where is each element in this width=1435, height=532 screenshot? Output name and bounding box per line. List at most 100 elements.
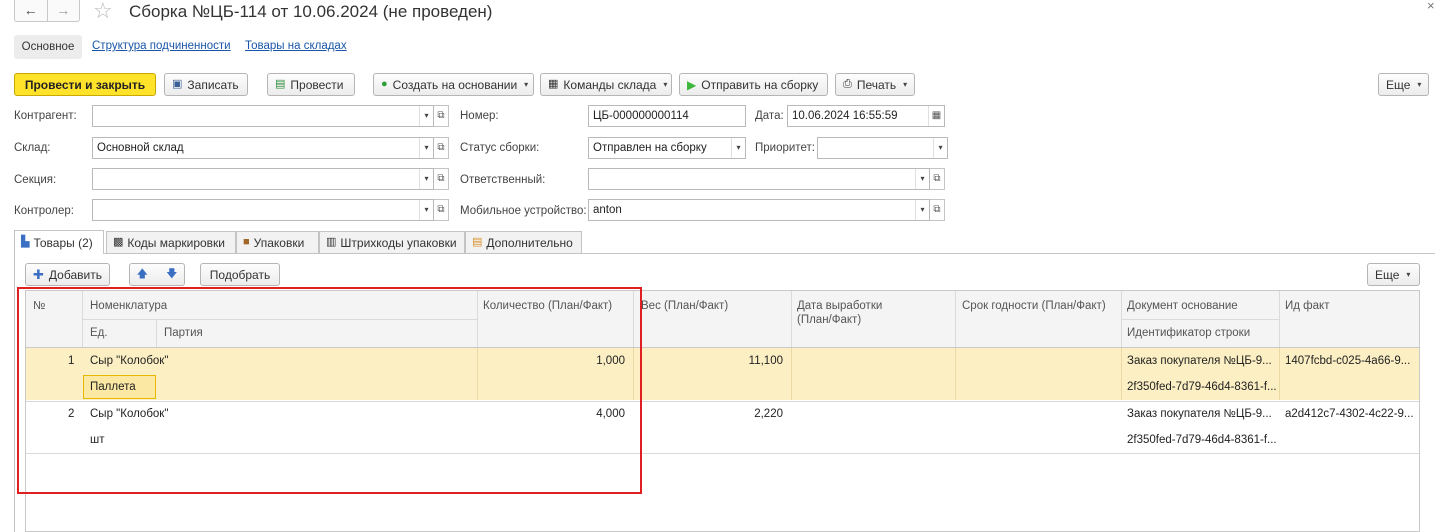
- section-subordination[interactable]: Структура подчиненности: [92, 40, 231, 52]
- controller-label: Контролер:: [14, 205, 74, 217]
- counterparty-field[interactable]: ▾: [92, 105, 434, 127]
- warehouse-commands-button[interactable]: ▦ Команды склада ▾: [540, 73, 672, 96]
- row-base-document[interactable]: Заказ покупателя №ЦБ-9...: [1127, 348, 1272, 374]
- back-arrow-icon[interactable]: ←: [15, 0, 47, 21]
- open-icon[interactable]: ⧉: [434, 105, 449, 127]
- date-value: 10.06.2024 16:55:59: [792, 110, 898, 122]
- counterparty-value: [93, 106, 419, 126]
- section-warehouse-goods[interactable]: Товары на складах: [245, 40, 347, 52]
- tab-packages-label: Упаковки: [253, 235, 305, 250]
- tab-goods[interactable]: ▙ Товары (2): [14, 230, 104, 254]
- add-row-button[interactable]: ✚ Добавить: [25, 263, 110, 286]
- barcode-icon: ▥: [326, 236, 337, 248]
- tab-package-barcodes-label: Штрихкоды упаковки: [340, 235, 457, 250]
- more-label: Еще: [1386, 77, 1411, 92]
- controller-field[interactable]: ▾: [92, 199, 434, 221]
- col-header-production-date-sub: (План/Факт): [797, 314, 862, 326]
- controller-value: [93, 200, 419, 220]
- send-to-assembly-button[interactable]: ▶ Отправить на сборку: [679, 73, 828, 96]
- assembly-status-value: Отправлен на сборку: [593, 142, 707, 154]
- col-header-weight[interactable]: Вес (План/Факт): [641, 299, 728, 313]
- tab-marking-codes-label: Коды маркировки: [127, 235, 225, 250]
- responsible-field[interactable]: ▾: [588, 168, 930, 190]
- dropdown-icon[interactable]: ▾: [419, 200, 433, 220]
- pick-button[interactable]: Подобрать: [200, 263, 280, 286]
- pick-label: Подобрать: [209, 267, 271, 282]
- warehouse-field[interactable]: Основной склад ▾: [92, 137, 434, 159]
- col-header-fact-id[interactable]: Ид факт: [1285, 299, 1329, 313]
- section-field[interactable]: ▾: [92, 168, 434, 190]
- priority-field[interactable]: ▾: [817, 137, 948, 159]
- floppy-disk-icon: ▣: [172, 78, 183, 90]
- tab-packages[interactable]: ■ Упаковки: [236, 231, 319, 253]
- create-based-on-button[interactable]: ● Создать на основании ▾: [373, 73, 534, 96]
- dropdown-icon[interactable]: ▾: [915, 200, 929, 220]
- dropdown-icon[interactable]: ▾: [419, 106, 433, 126]
- section-label: Секция:: [14, 174, 57, 186]
- date-field[interactable]: 10.06.2024 16:55:59 ▦: [787, 105, 945, 127]
- post-label: Провести: [290, 77, 344, 92]
- assembly-status-label: Статус сборки:: [460, 142, 540, 154]
- mobile-device-label: Мобильное устройство:: [460, 205, 587, 217]
- priority-value: [818, 138, 933, 158]
- calendar-icon[interactable]: ▦: [928, 106, 944, 126]
- priority-label: Приоритет:: [755, 142, 815, 154]
- forward-arrow-icon[interactable]: →: [46, 0, 80, 21]
- open-icon[interactable]: ⧉: [434, 199, 449, 221]
- mobile-device-field[interactable]: anton ▾: [588, 199, 930, 221]
- add-row-label: Добавить: [48, 267, 102, 282]
- assembly-status-field[interactable]: Отправлен на сборку ▾: [588, 137, 746, 159]
- favorite-star-icon[interactable]: ☆: [93, 0, 113, 24]
- tab-marking-codes[interactable]: ▩ Коды маркировки: [106, 231, 236, 253]
- grid-more-label: Еще: [1375, 267, 1400, 282]
- more-button[interactable]: Еще ▾: [1378, 73, 1429, 96]
- col-header-production-date[interactable]: Дата выработки: [797, 299, 882, 313]
- tab-package-barcodes[interactable]: ▥ Штрихкоды упаковки: [319, 231, 465, 253]
- save-button[interactable]: ▣ Записать: [164, 73, 248, 96]
- warehouse-label: Склад:: [14, 142, 51, 154]
- post-and-close-button[interactable]: Провести и закрыть: [14, 73, 156, 96]
- row-fact-id[interactable]: a2d412c7-4302-4c22-9...: [1285, 401, 1414, 427]
- open-icon[interactable]: ⧉: [434, 137, 449, 159]
- tab-additional[interactable]: ▤ Дополнительно: [465, 231, 582, 253]
- open-icon[interactable]: ⧉: [434, 168, 449, 190]
- dropdown-icon[interactable]: ▾: [933, 138, 947, 158]
- move-up-arrow-icon[interactable]: 🡅: [137, 269, 148, 280]
- warehouse-commands-label: Команды склада: [563, 77, 657, 92]
- move-down-arrow-icon[interactable]: 🡇: [166, 269, 177, 280]
- responsible-label: Ответственный:: [460, 174, 546, 186]
- open-icon[interactable]: ⧉: [930, 168, 945, 190]
- tab-goods-label: Товары (2): [33, 235, 93, 250]
- dropdown-icon[interactable]: ▾: [731, 138, 745, 158]
- row-row-id[interactable]: 2f350fed-7d79-46d4-8361-f...: [1127, 427, 1277, 453]
- row-base-document[interactable]: Заказ покупателя №ЦБ-9...: [1127, 401, 1272, 427]
- post-button[interactable]: ▤ Провести: [267, 73, 355, 96]
- col-header-base-document[interactable]: Документ основание: [1127, 299, 1238, 313]
- printer-icon: ⎙: [843, 78, 852, 90]
- grid-more-button[interactable]: Еще ▾: [1367, 263, 1420, 286]
- row-row-id[interactable]: 2f350fed-7d79-46d4-8361-f...: [1127, 374, 1277, 400]
- number-field[interactable]: ЦБ-000000000114: [588, 105, 746, 127]
- open-icon[interactable]: ⧉: [930, 199, 945, 221]
- section-main[interactable]: Основное: [14, 35, 82, 59]
- create-based-on-label: Создать на основании: [392, 77, 518, 92]
- print-button[interactable]: ⎙ Печать ▾: [835, 73, 915, 96]
- dropdown-icon[interactable]: ▾: [419, 138, 433, 158]
- row-weight[interactable]: 11,100: [633, 348, 783, 374]
- chevron-down-icon: ▾: [524, 80, 529, 89]
- dropdown-icon[interactable]: ▾: [419, 169, 433, 189]
- col-header-row-id[interactable]: Идентификатор строки: [1127, 326, 1250, 340]
- tab-additional-label: Дополнительно: [486, 235, 573, 250]
- create-plus-circle-icon: ●: [381, 78, 388, 90]
- col-header-shelf-life[interactable]: Срок годности (План/Факт): [962, 299, 1106, 313]
- add-plus-icon: ✚: [33, 267, 44, 282]
- post-and-close-label: Провести и закрыть: [24, 77, 146, 92]
- row-fact-id[interactable]: 1407fcbd-c025-4a66-9...: [1285, 348, 1410, 374]
- send-to-assembly-label: Отправить на сборку: [701, 77, 819, 92]
- close-icon[interactable]: ×: [1427, 0, 1435, 13]
- row-weight[interactable]: 2,220: [633, 401, 783, 427]
- post-document-icon: ▤: [275, 78, 286, 90]
- dropdown-icon[interactable]: ▾: [915, 169, 929, 189]
- date-label: Дата:: [755, 110, 784, 122]
- section-value: [93, 169, 419, 189]
